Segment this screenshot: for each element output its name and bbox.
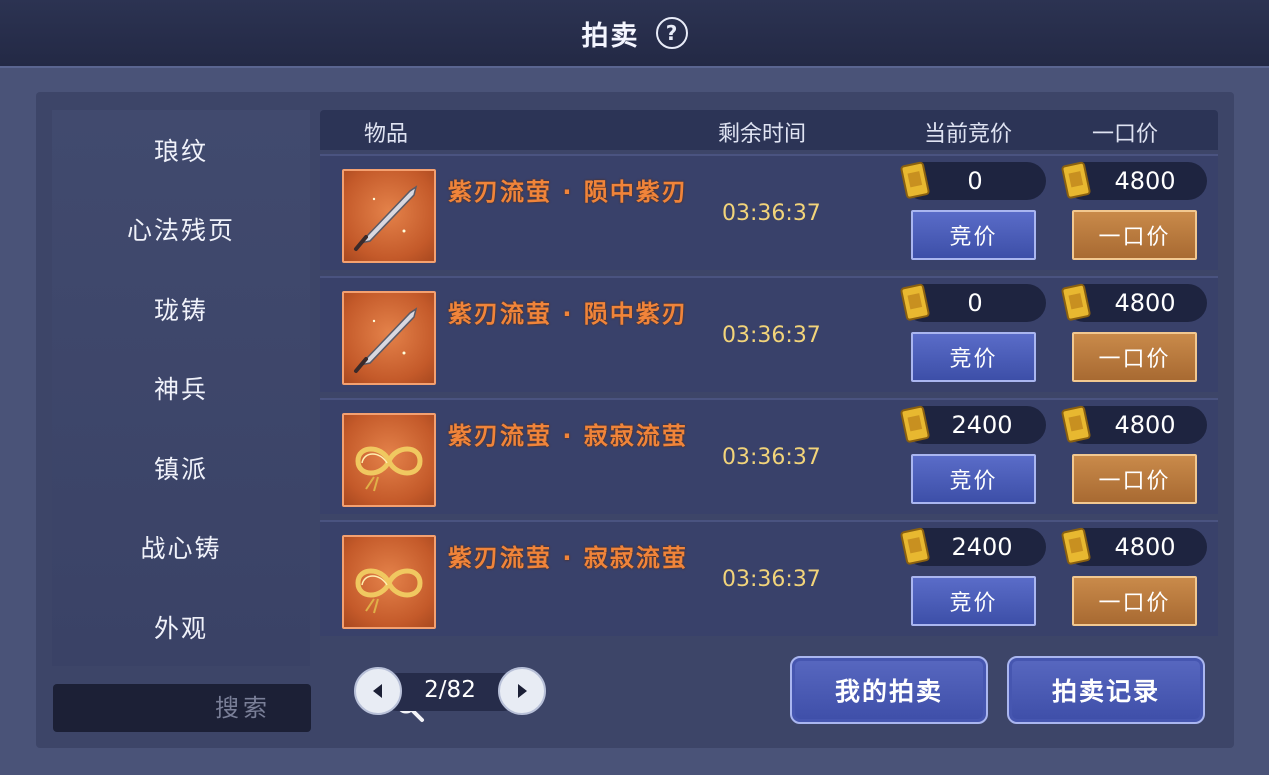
header-bid: 当前竞价 [924, 122, 1013, 147]
sidebar-item-zhenpai[interactable]: 镇派 [52, 428, 310, 508]
auction-list: 物品 剩余时间 当前竞价 一口价 紫刃流萤 · 陨中紫刃 03:36:37 0 … [320, 110, 1220, 640]
gold-scroll-icon [900, 283, 930, 321]
buyout-price: 4800 [1061, 527, 1207, 566]
blade-icon[interactable] [342, 291, 436, 385]
current-bid: 0 [900, 283, 1046, 322]
next-page-button[interactable] [498, 667, 546, 715]
current-bid-value: 0 [967, 289, 983, 317]
title-bar: 拍卖 ? [0, 0, 1269, 68]
search-box [53, 684, 424, 732]
buyout-price: 4800 [1061, 405, 1207, 444]
item-name: 紫刃流萤 · 陨中紫刃 [448, 300, 688, 328]
category-sidebar: 琅纹 心法残页 珑铸 神兵 镇派 战心铸 外观 [52, 110, 310, 666]
buyout-button[interactable]: 一口价 [1072, 576, 1197, 626]
item-name: 紫刃流萤 · 寂寂流萤 [448, 422, 688, 450]
prev-page-button[interactable] [354, 667, 402, 715]
buyout-button[interactable]: 一口价 [1072, 454, 1197, 504]
current-bid-value: 2400 [951, 411, 1013, 439]
remaining-time: 03:36:37 [722, 323, 821, 348]
buyout-price-value: 4800 [1114, 289, 1176, 317]
current-bid: 0 [900, 161, 1046, 200]
buyout-price-value: 4800 [1114, 167, 1176, 195]
sidebar-item-xinfa[interactable]: 心法残页 [52, 190, 310, 270]
infinity-ribbon-icon[interactable] [342, 535, 436, 629]
gold-scroll-icon [1061, 161, 1091, 199]
buyout-price-value: 4800 [1114, 533, 1176, 561]
help-icon[interactable]: ? [655, 17, 688, 49]
gold-scroll-icon [1061, 283, 1091, 321]
auction-log-button[interactable]: 拍卖记录 [1007, 656, 1205, 724]
header-item: 物品 [364, 122, 409, 147]
table-row[interactable]: 紫刃流萤 · 陨中紫刃 03:36:37 0 4800 竞价 一口价 [320, 276, 1218, 392]
item-name: 紫刃流萤 · 陨中紫刃 [448, 178, 688, 206]
current-bid: 2400 [900, 527, 1046, 566]
remaining-time: 03:36:37 [722, 201, 821, 226]
gold-scroll-icon [1061, 527, 1091, 565]
sidebar-item-longzhu[interactable]: 珑铸 [52, 269, 310, 349]
table-row[interactable]: 紫刃流萤 · 寂寂流萤 03:36:37 2400 4800 竞价 一口价 [320, 520, 1218, 636]
table-row[interactable]: 紫刃流萤 · 寂寂流萤 03:36:37 2400 4800 竞价 一口价 [320, 398, 1218, 514]
table-row[interactable]: 紫刃流萤 · 陨中紫刃 03:36:37 0 4800 竞价 一口价 [320, 154, 1218, 270]
page-indicator: 2/82 [424, 677, 476, 703]
gold-scroll-icon [1061, 405, 1091, 443]
buyout-price: 4800 [1061, 283, 1207, 322]
table-header: 物品 剩余时间 当前竞价 一口价 [320, 110, 1218, 150]
header-time: 剩余时间 [718, 122, 807, 147]
buyout-price: 4800 [1061, 161, 1207, 200]
chevron-right-icon [518, 684, 527, 698]
pagination: 2/82 [354, 667, 546, 717]
buyout-button[interactable]: 一口价 [1072, 332, 1197, 382]
current-bid-value: 0 [967, 167, 983, 195]
sidebar-item-langwen[interactable]: 琅纹 [52, 110, 310, 190]
remaining-time: 03:36:37 [722, 445, 821, 470]
chevron-left-icon [373, 684, 382, 698]
search-input[interactable] [53, 694, 393, 722]
gold-scroll-icon [900, 161, 930, 199]
bid-button[interactable]: 竞价 [911, 576, 1036, 626]
remaining-time: 03:36:37 [722, 567, 821, 592]
bid-button[interactable]: 竞价 [911, 454, 1036, 504]
gold-scroll-icon [900, 527, 930, 565]
sidebar-item-waiguan[interactable]: 外观 [52, 587, 310, 667]
sidebar-item-zhanxinzhu[interactable]: 战心铸 [52, 508, 310, 588]
bid-button[interactable]: 竞价 [911, 332, 1036, 382]
item-name: 紫刃流萤 · 寂寂流萤 [448, 544, 688, 572]
current-bid: 2400 [900, 405, 1046, 444]
buyout-button[interactable]: 一口价 [1072, 210, 1197, 260]
blade-icon[interactable] [342, 169, 436, 263]
gold-scroll-icon [900, 405, 930, 443]
current-bid-value: 2400 [951, 533, 1013, 561]
header-buyout: 一口价 [1092, 122, 1159, 147]
sidebar-item-shenbing[interactable]: 神兵 [52, 349, 310, 429]
bid-button[interactable]: 竞价 [911, 210, 1036, 260]
buyout-price-value: 4800 [1114, 411, 1176, 439]
page-title: 拍卖 [581, 20, 640, 52]
my-auctions-button[interactable]: 我的拍卖 [790, 656, 988, 724]
infinity-ribbon-icon[interactable] [342, 413, 436, 507]
